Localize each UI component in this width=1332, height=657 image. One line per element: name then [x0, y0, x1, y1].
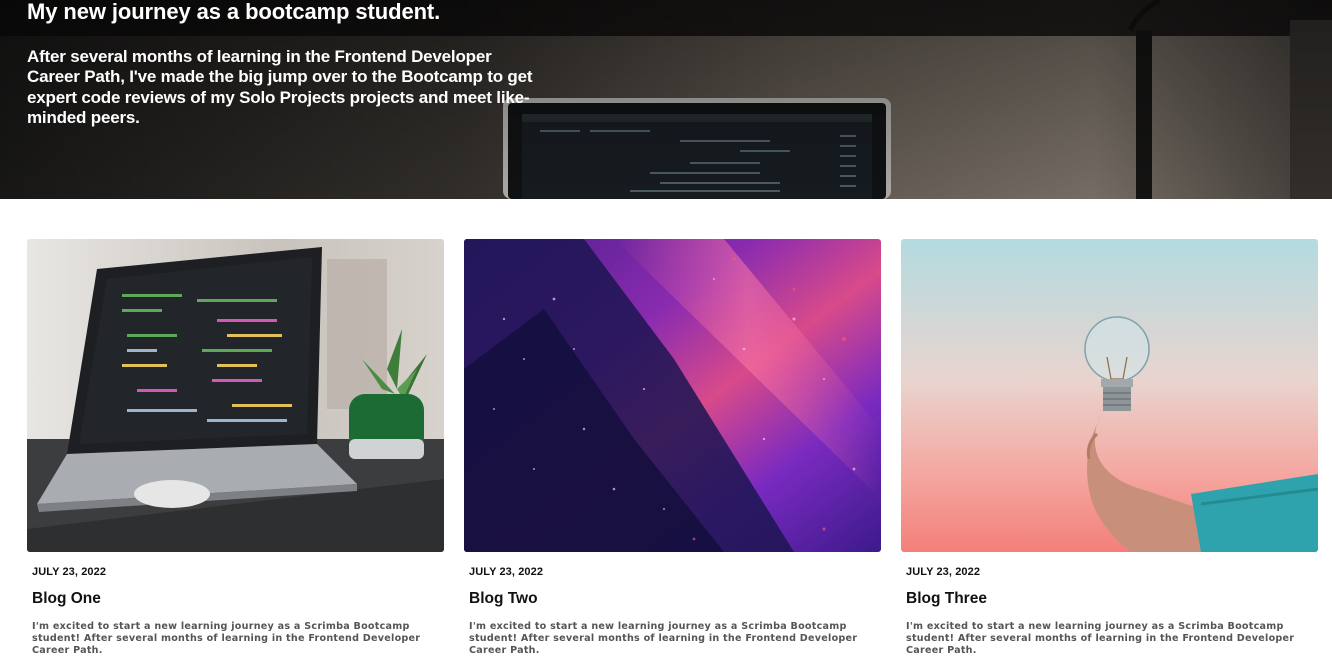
blog-post-card-one[interactable]: JULY 23, 2022 Blog One I'm excited to st… [27, 239, 444, 657]
hero-text-block: My new journey as a bootcamp student. Af… [27, 0, 547, 128]
blog-post-image-lightbulb[interactable] [901, 239, 1318, 552]
hero-description: After several months of learning in the … [27, 47, 533, 127]
blog-post-card-three[interactable]: JULY 23, 2022 Blog Three I'm excited to … [901, 239, 1318, 657]
post-excerpt: I'm excited to start a new learning jour… [469, 621, 858, 656]
blog-post-image-laptop-code[interactable] [27, 239, 444, 552]
post-title-link[interactable]: Blog Three [906, 590, 1318, 608]
post-title-link[interactable]: Blog Two [469, 590, 881, 608]
blog-post-grid: JULY 23, 2022 Blog One I'm excited to st… [27, 239, 1318, 657]
hero-title: My new journey as a bootcamp student. [27, 0, 441, 24]
hero-section: My new journey as a bootcamp student. Af… [0, 0, 1332, 199]
blog-post-image-abstract-purple[interactable] [464, 239, 881, 552]
post-date: JULY 23, 2022 [469, 566, 544, 578]
post-date: JULY 23, 2022 [906, 566, 981, 578]
post-date: JULY 23, 2022 [32, 566, 107, 578]
blog-post-card-two[interactable]: JULY 23, 2022 Blog Two I'm excited to st… [464, 239, 881, 657]
post-excerpt: I'm excited to start a new learning jour… [906, 621, 1295, 656]
post-title-link[interactable]: Blog One [32, 590, 444, 608]
post-excerpt: I'm excited to start a new learning jour… [32, 621, 421, 656]
